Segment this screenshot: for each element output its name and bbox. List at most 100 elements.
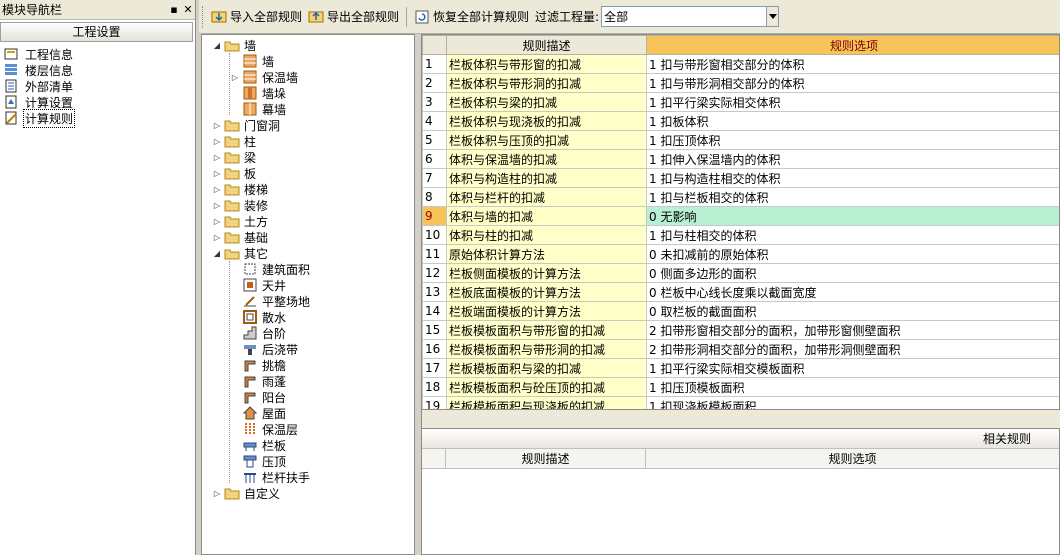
rules-table-row[interactable]: 16 栏板模板面积与带形洞的扣减 2 扣带形洞相交部分的面积，加带形洞侧壁面积 (422, 339, 1059, 359)
chevron-down-icon[interactable] (766, 7, 779, 26)
expand-icon[interactable]: ▷ (212, 137, 222, 146)
rule-description-cell: 栏板底面模板的计算方法 (446, 282, 647, 302)
nav-item-calc-rules[interactable]: 计算规则 (0, 108, 195, 128)
rule-option-cell[interactable]: 1 扣与栏板相交的体积 (646, 187, 1059, 207)
rule-option-cell[interactable]: 0 未扣减前的原始体积 (646, 244, 1059, 264)
tree-node-decoration[interactable]: ▷ 装修 (202, 197, 414, 213)
close-icon[interactable]: ✕ (181, 3, 195, 16)
rules-table-row[interactable]: 17 栏板模板面积与梁的扣减 1 扣平行梁实际相交模板面积 (422, 358, 1059, 378)
tree-node-post-cast-strip[interactable]: 后浇带 (202, 341, 414, 357)
rules-table-row[interactable]: 15 栏板模板面积与带形窗的扣减 2 扣带形窗相交部分的面积，加带形窗侧壁面积 (422, 320, 1059, 340)
nav-item-floor-info[interactable]: 楼层信息 (0, 62, 195, 78)
restore-all-rules-button[interactable]: 恢复全部计算规则 (411, 6, 532, 28)
rule-option-cell[interactable]: 1 扣与带形洞相交部分的体积 (646, 73, 1059, 93)
tree-node-canopy[interactable]: 雨蓬 (202, 373, 414, 389)
tree-node-steps[interactable]: 台阶 (202, 325, 414, 341)
toolbar-grip[interactable] (202, 5, 205, 28)
tree-node-curtain-wall[interactable]: 幕墙 (202, 101, 414, 117)
tree-node-building-area[interactable]: 建筑面积 (202, 261, 414, 277)
expand-icon[interactable]: ▷ (212, 217, 222, 226)
rule-option-cell[interactable]: 1 扣现浇板模板面积 (646, 396, 1059, 409)
rules-table-row[interactable]: 2 栏板体积与带形洞的扣减 1 扣与带形洞相交部分的体积 (422, 73, 1059, 93)
rules-table-row[interactable]: 12 栏板侧面模板的计算方法 0 侧面多边形的面积 (422, 263, 1059, 283)
filter-quantity-select[interactable]: 全部 (601, 6, 780, 27)
rule-option-cell[interactable]: 1 扣与柱相交的体积 (646, 225, 1059, 245)
rules-table-row[interactable]: 5 栏板体积与压顶的扣减 1 扣压顶体积 (422, 130, 1059, 150)
rules-table-row[interactable]: 9 体积与墙的扣减 0 无影响 (422, 206, 1059, 226)
collapse-icon[interactable]: ◢ (212, 41, 222, 50)
tree-node-beam[interactable]: ▷ 梁 (202, 149, 414, 165)
expand-icon[interactable]: ▷ (212, 201, 222, 210)
tree-node-coping[interactable]: 压顶 (202, 453, 414, 469)
tree-node-apron[interactable]: 散水 (202, 309, 414, 325)
related-column-rule-description[interactable]: 规则描述 (446, 449, 646, 468)
rules-table-row[interactable]: 6 体积与保温墙的扣减 1 扣伸入保温墙内的体积 (422, 149, 1059, 169)
tree-node-insulation-layer[interactable]: 保温层 (202, 421, 414, 437)
rules-table-row[interactable]: 8 体积与栏杆的扣减 1 扣与栏板相交的体积 (422, 187, 1059, 207)
rule-option-cell[interactable]: 2 扣带形窗相交部分的面积，加带形窗侧壁面积 (646, 320, 1059, 340)
tree-node-parapet[interactable]: 栏板 (202, 437, 414, 453)
rule-option-cell[interactable]: 1 扣平行梁实际相交体积 (646, 92, 1059, 112)
tree-node-column[interactable]: ▷ 柱 (202, 133, 414, 149)
rule-option-cell[interactable]: 1 扣板体积 (646, 111, 1059, 131)
tree-node-balcony[interactable]: 阳台 (202, 389, 414, 405)
tree-node-foundation[interactable]: ▷ 基础 (202, 229, 414, 245)
expand-icon[interactable]: ▷ (212, 169, 222, 178)
tree-node-insulation-wall[interactable]: ▷ 保温墙 (202, 69, 414, 85)
rules-table-row[interactable]: 10 体积与柱的扣减 1 扣与柱相交的体积 (422, 225, 1059, 245)
tree-node-earthwork[interactable]: ▷ 土方 (202, 213, 414, 229)
rules-table-row[interactable]: 1 栏板体积与带形窗的扣减 1 扣与带形窗相交部分的体积 (422, 54, 1059, 74)
rule-option-cell[interactable]: 0 侧面多边形的面积 (646, 263, 1059, 283)
column-header-rule-description[interactable]: 规则描述 (446, 35, 647, 55)
rules-table-row[interactable]: 11 原始体积计算方法 0 未扣减前的原始体积 (422, 244, 1059, 264)
rules-table-row[interactable]: 4 栏板体积与现浇板的扣减 1 扣板体积 (422, 111, 1059, 131)
tree-node-wall-wall[interactable]: 墙 (202, 53, 414, 69)
tree-node-openings[interactable]: ▷ 门窗洞 (202, 117, 414, 133)
expand-icon[interactable]: ▷ (212, 233, 222, 242)
tree-node-railing-handrail[interactable]: 栏杆扶手 (202, 469, 414, 485)
rule-option-cell[interactable]: 1 扣与构造柱相交的体积 (646, 168, 1059, 188)
rules-table-row[interactable]: 18 栏板模板面积与砼压顶的扣减 1 扣压顶模板面积 (422, 377, 1059, 397)
expand-icon[interactable]: ▷ (212, 153, 222, 162)
rule-option-cell[interactable]: 0 无影响 (646, 206, 1059, 226)
rule-option-cell[interactable]: 1 扣平行梁实际相交模板面积 (646, 358, 1059, 378)
nav-item-calc-settings[interactable]: 计算设置 (0, 94, 195, 110)
rules-table-row[interactable]: 7 体积与构造柱的扣减 1 扣与构造柱相交的体积 (422, 168, 1059, 188)
tree-node-stairs[interactable]: ▷ 楼梯 (202, 181, 414, 197)
rule-option-cell[interactable]: 0 栏板中心线长度乘以截面宽度 (646, 282, 1059, 302)
expand-icon[interactable]: ▷ (212, 185, 222, 194)
tree-node-slab[interactable]: ▷ 板 (202, 165, 414, 181)
tree-node-wall[interactable]: ◢ 墙 (202, 37, 414, 53)
tree-node-site-leveling[interactable]: 平整场地 (202, 293, 414, 309)
nav-item-external-list[interactable]: 外部清单 (0, 78, 195, 94)
rule-option-cell[interactable]: 2 扣带形洞相交部分的面积，加带形洞侧壁面积 (646, 339, 1059, 359)
rules-table-row[interactable]: 19 栏板模板面积与现浇板的扣减 1 扣现浇板模板面积 (422, 396, 1059, 409)
rules-table-row[interactable]: 3 栏板体积与梁的扣减 1 扣平行梁实际相交体积 (422, 92, 1059, 112)
import-all-rules-button[interactable]: 导入全部规则 (208, 6, 305, 28)
nav-item-project-info[interactable]: 工程信息 (0, 46, 195, 62)
tree-node-roof[interactable]: 屋面 (202, 405, 414, 421)
tree-node-patio[interactable]: 天井 (202, 277, 414, 293)
expand-icon[interactable]: ▷ (212, 121, 222, 130)
rule-option-cell[interactable]: 0 取栏板的截面面积 (646, 301, 1059, 321)
tree-node-custom[interactable]: ▷ 自定义 (202, 485, 414, 501)
tree-node-eave[interactable]: 挑檐 (202, 357, 414, 373)
rule-option-cell[interactable]: 1 扣与带形窗相交部分的体积 (646, 54, 1059, 74)
rule-option-cell[interactable]: 1 扣压顶模板面积 (646, 377, 1059, 397)
pin-icon[interactable]: ▪ (167, 3, 181, 16)
grid-splitter[interactable] (421, 410, 1060, 428)
expand-icon[interactable]: ▷ (230, 73, 240, 82)
nav-section-header[interactable]: 工程设置 (0, 22, 193, 42)
expand-icon[interactable]: ▷ (212, 489, 222, 498)
rules-table-row[interactable]: 14 栏板端面模板的计算方法 0 取栏板的截面面积 (422, 301, 1059, 321)
row-number-cell: 4 (422, 111, 447, 131)
collapse-icon[interactable]: ◢ (212, 249, 222, 258)
rule-option-cell[interactable]: 1 扣伸入保温墙内的体积 (646, 149, 1059, 169)
export-all-rules-button[interactable]: 导出全部规则 (305, 6, 402, 28)
rules-table-row[interactable]: 13 栏板底面模板的计算方法 0 栏板中心线长度乘以截面宽度 (422, 282, 1059, 302)
column-header-rule-option[interactable]: 规则选项 (646, 35, 1059, 55)
related-column-rule-option[interactable]: 规则选项 (646, 449, 1059, 468)
tree-node-other[interactable]: ◢ 其它 (202, 245, 414, 261)
rule-option-cell[interactable]: 1 扣压顶体积 (646, 130, 1059, 150)
tree-node-wall-pier[interactable]: 墙垛 (202, 85, 414, 101)
